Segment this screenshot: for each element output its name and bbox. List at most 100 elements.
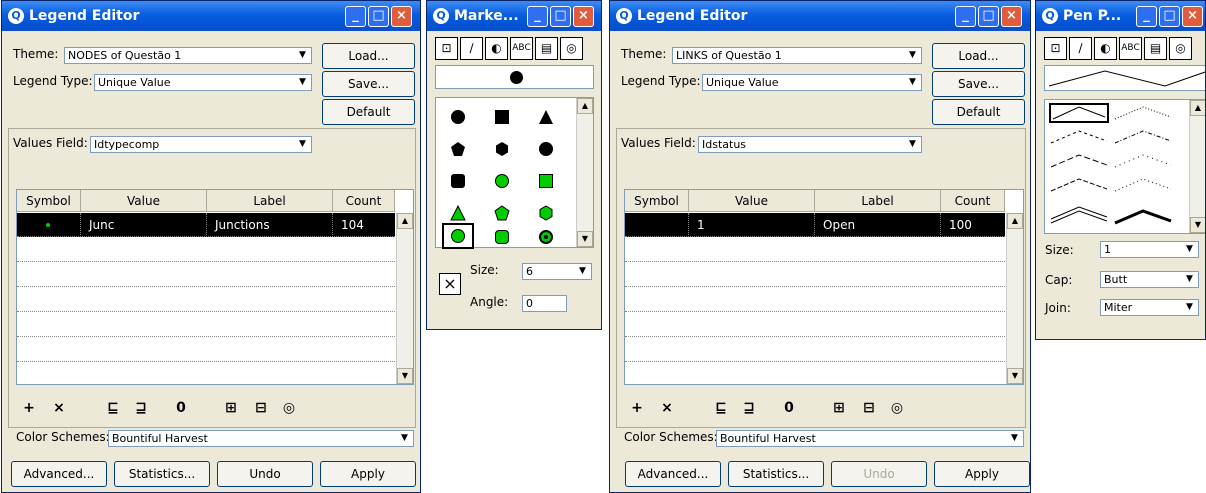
column-header-label[interactable]: Label	[815, 190, 941, 212]
column-header-symbol[interactable]: Symbol	[17, 190, 81, 212]
color-ramp-icon[interactable]: ⊟	[250, 398, 272, 418]
close-button[interactable]: ×	[391, 6, 412, 27]
long-dash-line-icon[interactable]	[1049, 151, 1109, 171]
sort-descending-icon[interactable]: ⊒	[130, 398, 152, 418]
close-button[interactable]: ×	[573, 6, 594, 27]
advanced-button[interactable]: Advanced...	[625, 461, 721, 487]
default-button[interactable]: Default	[932, 99, 1025, 125]
close-button[interactable]: ×	[1001, 6, 1022, 27]
green-hexagon-marker-icon[interactable]	[535, 202, 557, 224]
circle-marker-icon[interactable]	[447, 106, 469, 128]
minimize-button[interactable]: _	[527, 6, 548, 27]
minimize-button[interactable]: _	[345, 6, 366, 27]
symbol-palette-icon[interactable]: ◎	[560, 37, 583, 60]
undo-button[interactable]: Undo	[831, 461, 927, 487]
circle-marker-icon[interactable]	[535, 138, 557, 160]
zero-icon[interactable]: 0	[778, 398, 800, 418]
sort-ascending-icon[interactable]: ⊑	[710, 398, 732, 418]
table-row[interactable]	[17, 313, 395, 337]
rounded-square-marker-icon[interactable]	[447, 170, 469, 192]
chevron-down-icon[interactable]: ▼	[1183, 273, 1196, 286]
apply-button[interactable]: Apply	[934, 461, 1030, 487]
delete-icon[interactable]: ×	[656, 398, 678, 418]
join-select[interactable]: Miter ▼	[1100, 299, 1199, 316]
green-circle-marker-icon[interactable]	[442, 223, 474, 249]
pen-palette-icon[interactable]: ∕	[1069, 37, 1092, 60]
zero-icon[interactable]: 0	[170, 398, 192, 418]
fine-dot-line-icon[interactable]	[1113, 175, 1173, 195]
theme-select[interactable]: LINKS of Questão 1 ▼	[672, 47, 922, 64]
table-row[interactable]	[625, 238, 1005, 262]
pentagon-marker-icon[interactable]	[447, 138, 469, 160]
column-header-value[interactable]: Value	[689, 190, 815, 212]
table-row[interactable]: 1 Open 100	[625, 213, 1005, 237]
marker-palette-icon[interactable]: ◐	[1094, 37, 1117, 60]
marker-scrollbar[interactable]: ▲ ▼	[576, 98, 593, 247]
chevron-down-icon[interactable]: ▼	[398, 432, 411, 445]
add-icon[interactable]: +	[18, 398, 40, 418]
table-row[interactable]	[17, 288, 395, 312]
maximize-button[interactable]: □	[368, 6, 389, 27]
table-row[interactable]	[17, 338, 395, 362]
bullseye-marker-icon[interactable]	[535, 226, 557, 248]
sparse-dot-line-icon[interactable]	[1113, 151, 1173, 171]
scroll-up-button[interactable]: ▲	[1190, 100, 1205, 116]
minimize-button[interactable]: _	[955, 6, 976, 27]
save-button[interactable]: Save...	[322, 71, 415, 97]
pen-scrollbar[interactable]: ▲ ▼	[1189, 100, 1205, 233]
table-scrollbar[interactable]: ▲ ▼	[396, 213, 413, 384]
apply-button[interactable]: Apply	[320, 461, 416, 487]
delete-icon[interactable]: ×	[48, 398, 70, 418]
legend-type-select[interactable]: Unique Value ▼	[702, 74, 922, 91]
marker-palette-icon[interactable]: ◐	[485, 37, 508, 60]
dotted-line-icon[interactable]	[1113, 103, 1173, 123]
size-select[interactable]: 6 ▼	[522, 263, 592, 280]
chevron-down-icon[interactable]: ▼	[576, 265, 589, 278]
cap-select[interactable]: Butt ▼	[1100, 271, 1199, 288]
table-row[interactable]	[625, 288, 1005, 312]
chevron-down-icon[interactable]: ▼	[906, 76, 919, 89]
color-ramp-icon[interactable]: ⊟	[858, 398, 880, 418]
green-triangle-marker-icon[interactable]	[447, 202, 469, 224]
load-button[interactable]: Load...	[932, 43, 1025, 69]
table-row[interactable]	[17, 263, 395, 287]
scroll-up-button[interactable]: ▲	[1007, 213, 1023, 229]
properties-icon[interactable]: ⊞	[828, 398, 850, 418]
title-bar[interactable]: Q Pen P... _ □ ×	[1036, 1, 1205, 31]
size-select[interactable]: 1 ▼	[1100, 241, 1199, 258]
green-rounded-square-marker-icon[interactable]	[491, 226, 513, 248]
scroll-down-button[interactable]: ▼	[577, 231, 593, 247]
properties-icon[interactable]: ⊞	[220, 398, 242, 418]
pen-palette-icon[interactable]: ∕	[460, 37, 483, 60]
scroll-up-button[interactable]: ▲	[577, 98, 593, 114]
color-schemes-select[interactable]: Bountiful Harvest ▼	[716, 430, 1024, 447]
sort-descending-icon[interactable]: ⊒	[738, 398, 760, 418]
values-field-select[interactable]: Idstatus ▼	[698, 136, 922, 153]
table-scrollbar[interactable]: ▲ ▼	[1006, 213, 1023, 384]
maximize-button[interactable]: □	[550, 6, 571, 27]
scroll-down-button[interactable]: ▼	[1190, 217, 1205, 233]
legend-type-select[interactable]: Unique Value ▼	[94, 74, 312, 91]
dash-line-icon[interactable]	[1049, 175, 1109, 195]
column-header-count[interactable]: Count	[941, 190, 1005, 212]
close-button[interactable]: ×	[1182, 6, 1203, 27]
maximize-button[interactable]: □	[1159, 6, 1180, 27]
chevron-down-icon[interactable]: ▼	[1183, 243, 1196, 256]
default-button[interactable]: Default	[322, 99, 415, 125]
minimize-button[interactable]: _	[1136, 6, 1157, 27]
chevron-down-icon[interactable]: ▼	[906, 49, 919, 62]
theme-select[interactable]: NODES of Questão 1 ▼	[64, 47, 312, 64]
maximize-button[interactable]: □	[978, 6, 999, 27]
dashed-line-icon[interactable]	[1049, 127, 1109, 147]
table-row[interactable]	[625, 313, 1005, 337]
scroll-down-button[interactable]: ▼	[1007, 368, 1023, 384]
railroad-line-icon[interactable]	[1113, 205, 1173, 225]
green-pentagon-marker-icon[interactable]	[491, 202, 513, 224]
fill-palette-icon[interactable]: ⊡	[435, 37, 458, 60]
values-field-select[interactable]: Idtypecomp ▼	[90, 136, 312, 153]
title-bar[interactable]: Q Legend Editor _ □ ×	[2, 1, 420, 31]
load-button[interactable]: Load...	[322, 43, 415, 69]
statistics-button[interactable]: Statistics...	[114, 461, 210, 487]
sort-ascending-icon[interactable]: ⊑	[102, 398, 124, 418]
column-header-label[interactable]: Label	[207, 190, 333, 212]
